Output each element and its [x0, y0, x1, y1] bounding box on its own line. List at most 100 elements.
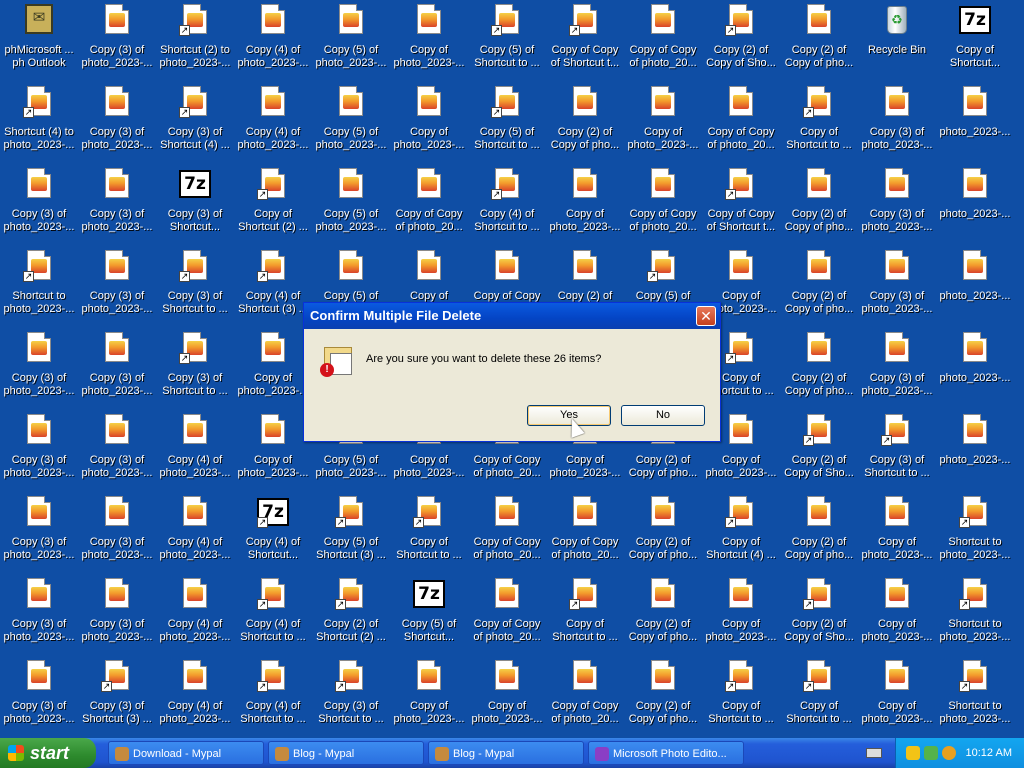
desktop-icon[interactable]: Copy (3) of photo_2023-...: [0, 412, 78, 494]
desktop-icon[interactable]: Copy (3) of photo_2023-...: [0, 658, 78, 740]
desktop-icon[interactable]: Copy of photo_2023-...: [468, 658, 546, 740]
desktop-icon[interactable]: ↗ Copy (5) of Shortcut to ...: [468, 84, 546, 166]
desktop-icon[interactable]: Copy (3) of photo_2023-...: [858, 166, 936, 248]
desktop-icon[interactable]: ↗ Copy (4) of Shortcut (3) ...: [234, 248, 312, 330]
desktop-icon[interactable]: ↗ Shortcut (2) to photo_2023-...: [156, 2, 234, 84]
security-shield-icon[interactable]: [906, 746, 920, 760]
dialog-titlebar[interactable]: Confirm Multiple File Delete ✕: [304, 303, 720, 329]
desktop-icon[interactable]: Copy (5) of photo_2023-...: [312, 166, 390, 248]
network-icon[interactable]: [924, 746, 938, 760]
desktop-icon[interactable]: photo_2023-...: [936, 330, 1014, 412]
desktop-icon[interactable]: ↗ Copy (2) of Copy of Sho...: [702, 2, 780, 84]
desktop-icon[interactable]: ↗ Copy of Copy of Shortcut t...: [702, 166, 780, 248]
desktop-icon[interactable]: Copy (4) of photo_2023-...: [156, 412, 234, 494]
desktop-icon[interactable]: ↗ Copy of Shortcut to ...: [780, 84, 858, 166]
desktop-icon[interactable]: ↗ Copy (4) of Shortcut to ...: [468, 166, 546, 248]
taskbar-button-download[interactable]: Download - Mypal: [108, 741, 264, 765]
desktop-icon[interactable]: ↗ Shortcut (4) to photo_2023-...: [0, 84, 78, 166]
desktop-icon[interactable]: ↗ Copy of Shortcut to ...: [780, 658, 858, 740]
no-button[interactable]: No: [621, 405, 705, 426]
desktop-icon[interactable]: ↗ Copy (3) of Shortcut to ...: [156, 248, 234, 330]
desktop-icon[interactable]: Copy of photo_2023-...: [234, 412, 312, 494]
desktop-icon[interactable]: Copy of photo_2023-...: [858, 494, 936, 576]
desktop-icon[interactable]: Copy (3) of photo_2023-...: [0, 576, 78, 658]
desktop-icon[interactable]: Copy of Copy of photo_20...: [546, 658, 624, 740]
desktop-icon[interactable]: 7z Copy of Shortcut...: [936, 2, 1014, 84]
desktop-icon[interactable]: ↗ Copy (2) of Shortcut (2) ...: [312, 576, 390, 658]
desktop-icon[interactable]: ↗ Copy of Shortcut to ...: [390, 494, 468, 576]
desktop-icon[interactable]: Copy (4) of photo_2023-...: [234, 2, 312, 84]
desktop-icon[interactable]: Copy of Copy of photo_20...: [468, 576, 546, 658]
search-icon[interactable]: [942, 746, 956, 760]
desktop-icon[interactable]: ↗ Shortcut to photo_2023-...: [936, 658, 1014, 740]
desktop-icon[interactable]: 7z Copy (5) of Shortcut...: [390, 576, 468, 658]
taskbar-button-blog-1[interactable]: Blog - Mypal: [268, 741, 424, 765]
desktop-icon[interactable]: Copy (2) of Copy of pho...: [624, 658, 702, 740]
desktop-icon[interactable]: ↗ Copy (3) of Shortcut (4) ...: [156, 84, 234, 166]
desktop-icon[interactable]: ↗ Shortcut to photo_2023-...: [936, 494, 1014, 576]
desktop-icon[interactable]: Copy (2) of Copy of pho...: [780, 494, 858, 576]
desktop-icon[interactable]: Copy of photo_2023-...: [546, 166, 624, 248]
desktop-icon[interactable]: Copy (3) of photo_2023-...: [78, 248, 156, 330]
desktop-icon[interactable]: ↗ Copy (3) of Shortcut (3) ...: [78, 658, 156, 740]
desktop-icon[interactable]: ↗ Copy (3) of Shortcut to ...: [312, 658, 390, 740]
desktop-icon[interactable]: Copy (3) of photo_2023-...: [78, 330, 156, 412]
desktop-icon[interactable]: Copy (3) of photo_2023-...: [78, 494, 156, 576]
desktop-icon[interactable]: Copy of photo_2023-...: [234, 330, 312, 412]
desktop-icon[interactable]: Copy (4) of photo_2023-...: [156, 494, 234, 576]
desktop-icon[interactable]: Copy of photo_2023-...: [390, 658, 468, 740]
desktop-icon[interactable]: Copy (3) of photo_2023-...: [858, 84, 936, 166]
desktop-icon[interactable]: Copy (3) of photo_2023-...: [858, 330, 936, 412]
start-button[interactable]: start: [0, 738, 96, 768]
desktop-icon[interactable]: Copy of photo_2023-...: [390, 2, 468, 84]
desktop-icon[interactable]: ↗ Shortcut to photo_2023-...: [936, 576, 1014, 658]
desktop-icon[interactable]: ↗ Copy of Copy of Shortcut t...: [546, 2, 624, 84]
desktop-icon[interactable]: ↗ Copy of Shortcut to ...: [546, 576, 624, 658]
desktop-icon[interactable]: Copy (2) of Copy of pho...: [780, 2, 858, 84]
desktop-icon[interactable]: ♻ Recycle Bin: [858, 2, 936, 84]
desktop-icon[interactable]: Copy (4) of photo_2023-...: [156, 658, 234, 740]
desktop-icon[interactable]: ↗ Copy (3) of Shortcut to ...: [156, 330, 234, 412]
desktop-icon[interactable]: Copy of photo_2023-...: [390, 84, 468, 166]
desktop-icon[interactable]: ↗ Copy (2) of Copy of Sho...: [780, 576, 858, 658]
desktop-icon[interactable]: ↗ Copy of Shortcut to ...: [702, 658, 780, 740]
desktop-icon[interactable]: 7z Copy (3) of Shortcut...: [156, 166, 234, 248]
desktop-icon[interactable]: photo_2023-...: [936, 412, 1014, 494]
desktop-icon[interactable]: ✉ phMicrosoft ... ph Outlook: [0, 2, 78, 84]
desktop-icon[interactable]: Copy (4) of photo_2023-...: [234, 84, 312, 166]
desktop-icon[interactable]: ↗ Copy (3) of Shortcut to ...: [858, 412, 936, 494]
desktop-icon[interactable]: Copy of Copy of photo_20...: [546, 494, 624, 576]
desktop-icon[interactable]: ↗ Copy (5) of Shortcut to ...: [468, 2, 546, 84]
desktop-icon[interactable]: Copy (3) of photo_2023-...: [78, 166, 156, 248]
desktop-icon[interactable]: ↗ Copy (2) of Copy of Sho...: [780, 412, 858, 494]
desktop-icon[interactable]: Copy (4) of photo_2023-...: [156, 576, 234, 658]
desktop-icon[interactable]: photo_2023-...: [936, 84, 1014, 166]
desktop-icon[interactable]: Copy (2) of Copy of pho...: [780, 248, 858, 330]
desktop-icon[interactable]: 7z ↗ Copy (4) of Shortcut...: [234, 494, 312, 576]
desktop-icon[interactable]: Copy of Copy of photo_20...: [468, 494, 546, 576]
desktop-icon[interactable]: ↗ Copy of Shortcut (2) ...: [234, 166, 312, 248]
desktop-icon[interactable]: ↗ Shortcut to photo_2023-...: [0, 248, 78, 330]
taskbar-button-blog-2[interactable]: Blog - Mypal: [428, 741, 584, 765]
desktop-icon[interactable]: Copy (3) of photo_2023-...: [78, 84, 156, 166]
desktop-icon[interactable]: Copy (3) of photo_2023-...: [858, 248, 936, 330]
desktop-icon[interactable]: ↗ Copy (4) of Shortcut to ...: [234, 576, 312, 658]
desktop-icon[interactable]: ↗ Copy (4) of Shortcut to ...: [234, 658, 312, 740]
desktop-icon[interactable]: Copy (3) of photo_2023-...: [0, 494, 78, 576]
desktop-icon[interactable]: Copy (2) of Copy of pho...: [780, 330, 858, 412]
desktop-icon[interactable]: ↗ Copy of Shortcut (4) ...: [702, 494, 780, 576]
desktop-icon[interactable]: Copy (5) of photo_2023-...: [312, 2, 390, 84]
clock[interactable]: 10:12 AM: [966, 738, 1012, 768]
desktop-icon[interactable]: Copy (2) of Copy of pho...: [546, 84, 624, 166]
desktop-icon[interactable]: Copy of Copy of photo_20...: [624, 2, 702, 84]
desktop-icon[interactable]: Copy of Copy of photo_20...: [390, 166, 468, 248]
desktop-icon[interactable]: Copy of photo_2023-...: [702, 576, 780, 658]
desktop-icon[interactable]: Copy (2) of Copy of pho...: [624, 576, 702, 658]
desktop-icon[interactable]: Copy (2) of Copy of pho...: [624, 494, 702, 576]
desktop-icon[interactable]: Copy of photo_2023-...: [858, 658, 936, 740]
desktop-icon[interactable]: Copy of Copy of photo_20...: [702, 84, 780, 166]
desktop-icon[interactable]: Copy (3) of photo_2023-...: [0, 166, 78, 248]
desktop-icon[interactable]: Copy (3) of photo_2023-...: [78, 2, 156, 84]
desktop-icon[interactable]: Copy (5) of photo_2023-...: [312, 84, 390, 166]
desktop-icon[interactable]: photo_2023-...: [936, 248, 1014, 330]
